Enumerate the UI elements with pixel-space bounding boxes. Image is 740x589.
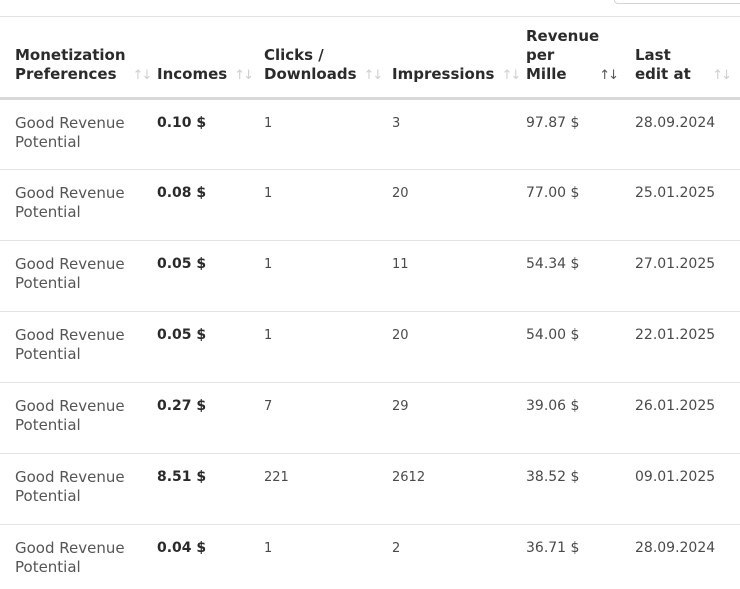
toolbar-strip bbox=[0, 0, 740, 17]
cell-last-edit: 25.01.2025 bbox=[620, 169, 740, 241]
column-header-label: Clicks / Downloads bbox=[264, 45, 357, 83]
cell-impressions: 2 bbox=[377, 524, 511, 589]
cell-income: 0.04 $ bbox=[142, 524, 249, 589]
cell-clicks: 221 bbox=[249, 453, 377, 525]
column-header-incomes[interactable]: Incomes ↑↓ bbox=[142, 17, 254, 100]
cell-last-edit: 27.01.2025 bbox=[620, 240, 740, 312]
column-header-label: Last edit at bbox=[635, 45, 691, 83]
cell-last-edit: 28.09.2024 bbox=[620, 524, 740, 589]
sort-icon-active[interactable]: ↑↓ bbox=[599, 68, 619, 83]
table-row: Good Revenue Potential 0.04 $ 1 2 36.71 … bbox=[0, 524, 740, 589]
cell-preference: Good Revenue Potential bbox=[0, 524, 142, 589]
cell-income: 0.10 $ bbox=[142, 98, 249, 170]
cell-clicks: 1 bbox=[249, 240, 377, 312]
cell-impressions: 3 bbox=[377, 98, 511, 170]
cell-income: 0.08 $ bbox=[142, 169, 249, 241]
cell-last-edit: 09.01.2025 bbox=[620, 453, 740, 525]
cell-income: 0.27 $ bbox=[142, 382, 249, 454]
cell-preference: Good Revenue Potential bbox=[0, 240, 142, 312]
table-row: Good Revenue Potential 0.05 $ 1 20 54.00… bbox=[0, 311, 740, 383]
cell-rpm: 54.00 $ bbox=[511, 311, 620, 383]
column-header-label: Monetization Preferences bbox=[15, 45, 126, 83]
cell-rpm: 39.06 $ bbox=[511, 382, 620, 454]
cell-impressions: 29 bbox=[377, 382, 511, 454]
cell-clicks: 7 bbox=[249, 382, 377, 454]
table-header-row: Monetization Preferences ↑↓ Incomes ↑↓ C… bbox=[0, 17, 740, 100]
cell-rpm: 38.52 $ bbox=[511, 453, 620, 525]
column-header-monetization-preferences[interactable]: Monetization Preferences ↑↓ bbox=[0, 17, 152, 100]
sort-icon[interactable]: ↑↓ bbox=[712, 68, 732, 83]
cell-preference: Good Revenue Potential bbox=[0, 169, 142, 241]
column-header-label: Revenue per Mille bbox=[526, 26, 600, 83]
cell-rpm: 97.87 $ bbox=[511, 98, 620, 170]
table-row: Good Revenue Potential 0.08 $ 1 20 77.00… bbox=[0, 169, 740, 241]
top-right-control[interactable] bbox=[614, 0, 740, 4]
cell-preference: Good Revenue Potential bbox=[0, 311, 142, 383]
column-header-label: Impressions bbox=[392, 64, 495, 83]
sort-icon[interactable]: ↑↓ bbox=[133, 68, 153, 83]
cell-preference: Good Revenue Potential bbox=[0, 382, 142, 454]
table-row: Good Revenue Potential 0.05 $ 1 11 54.34… bbox=[0, 240, 740, 312]
cell-preference: Good Revenue Potential bbox=[0, 98, 142, 170]
cell-preference: Good Revenue Potential bbox=[0, 453, 142, 525]
sort-icon[interactable]: ↑↓ bbox=[364, 68, 384, 83]
cell-rpm: 36.71 $ bbox=[511, 524, 620, 589]
cell-last-edit: 26.01.2025 bbox=[620, 382, 740, 454]
cell-clicks: 1 bbox=[249, 169, 377, 241]
column-header-label: Incomes bbox=[157, 64, 228, 83]
table-row: Good Revenue Potential 0.10 $ 1 3 97.87 … bbox=[0, 98, 740, 170]
cell-impressions: 2612 bbox=[377, 453, 511, 525]
sort-icon[interactable]: ↑↓ bbox=[501, 68, 521, 83]
cell-impressions: 11 bbox=[377, 240, 511, 312]
cell-clicks: 1 bbox=[249, 311, 377, 383]
cell-income: 0.05 $ bbox=[142, 240, 249, 312]
cell-impressions: 20 bbox=[377, 311, 511, 383]
sort-icon[interactable]: ↑↓ bbox=[234, 68, 254, 83]
column-header-clicks-downloads[interactable]: Clicks / Downloads ↑↓ bbox=[249, 17, 383, 100]
column-header-last-edit-at[interactable]: Last edit at ↑↓ bbox=[620, 17, 740, 100]
table-row: Good Revenue Potential 0.27 $ 7 29 39.06… bbox=[0, 382, 740, 454]
cell-clicks: 1 bbox=[249, 524, 377, 589]
column-header-impressions[interactable]: Impressions ↑↓ bbox=[377, 17, 521, 100]
cell-last-edit: 28.09.2024 bbox=[620, 98, 740, 170]
column-header-revenue-per-mille[interactable]: Revenue per Mille ↑↓ bbox=[511, 17, 620, 100]
cell-rpm: 77.00 $ bbox=[511, 169, 620, 241]
cell-income: 0.05 $ bbox=[142, 311, 249, 383]
table-row: Good Revenue Potential 8.51 $ 221 2612 3… bbox=[0, 453, 740, 525]
cell-last-edit: 22.01.2025 bbox=[620, 311, 740, 383]
cell-rpm: 54.34 $ bbox=[511, 240, 620, 312]
revenue-table: Monetization Preferences ↑↓ Incomes ↑↓ C… bbox=[0, 17, 740, 589]
monetization-table-page: Monetization Preferences ↑↓ Incomes ↑↓ C… bbox=[0, 0, 740, 589]
cell-impressions: 20 bbox=[377, 169, 511, 241]
cell-income: 8.51 $ bbox=[142, 453, 249, 525]
cell-clicks: 1 bbox=[249, 98, 377, 170]
